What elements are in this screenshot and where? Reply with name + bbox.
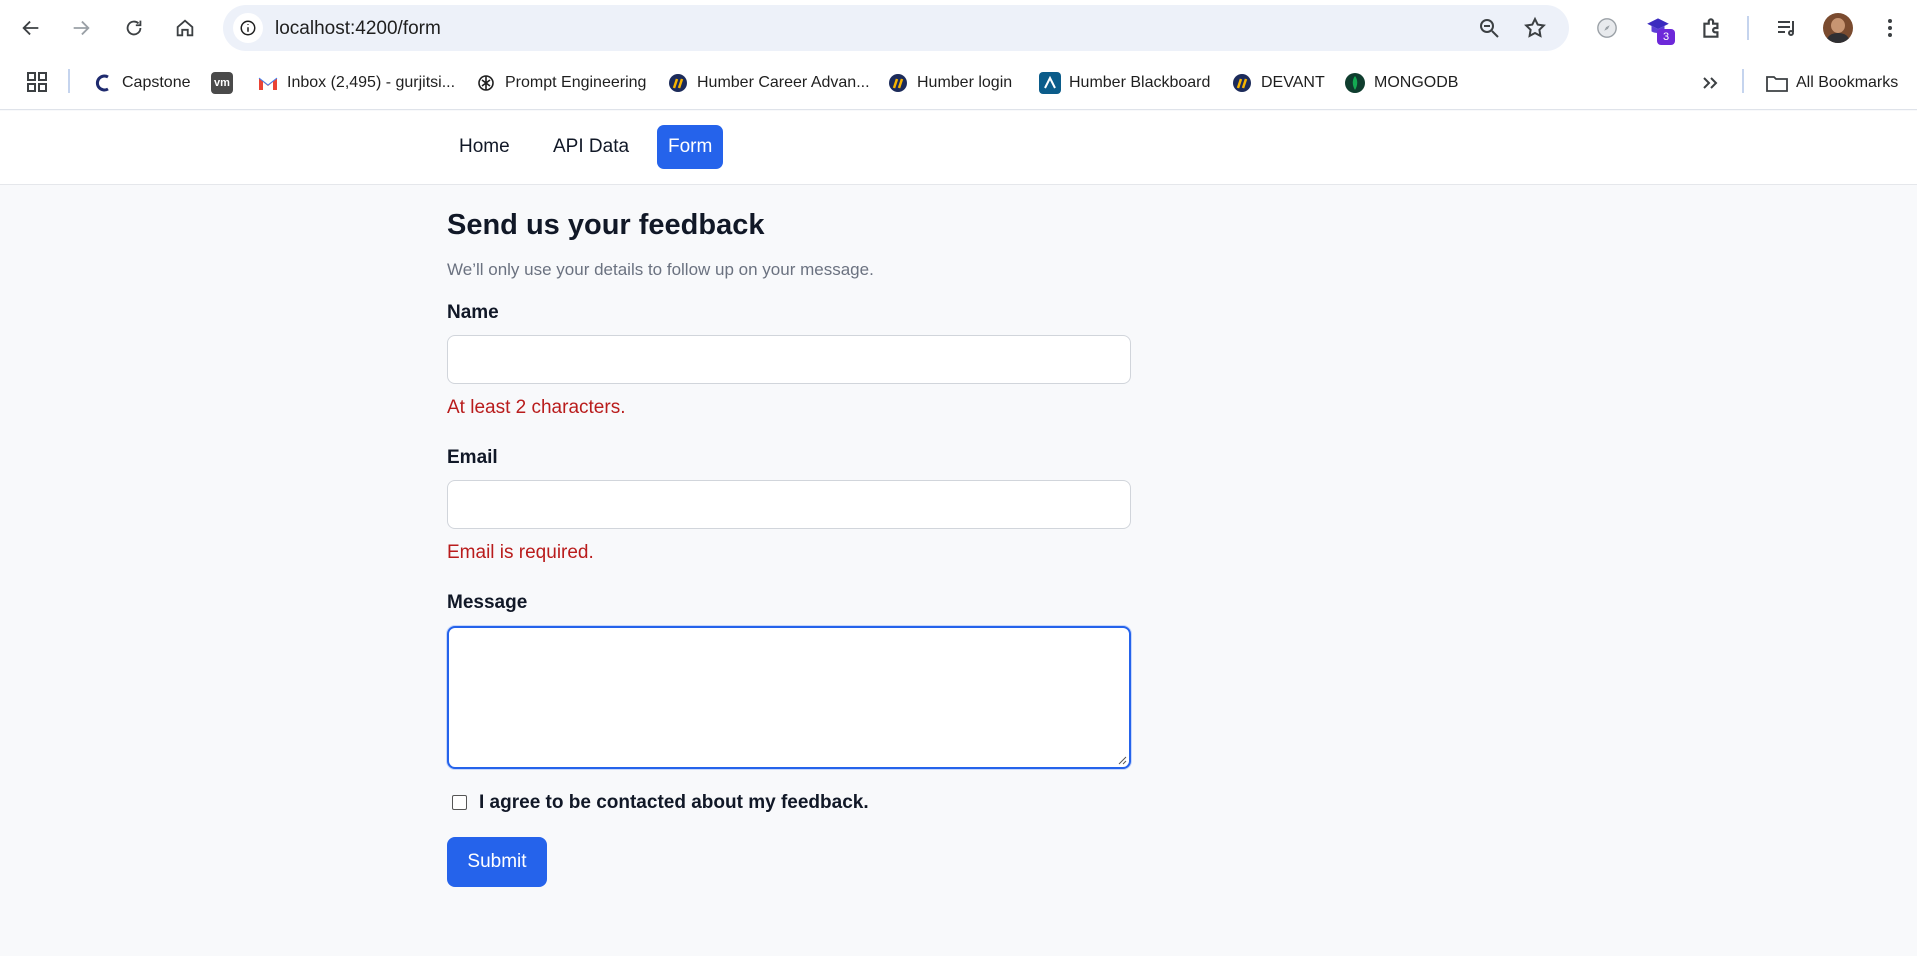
message-textarea[interactable] (447, 626, 1131, 769)
apps-grid-icon[interactable] (26, 71, 48, 93)
consent-label[interactable]: I agree to be contacted about my feedbac… (479, 792, 869, 814)
humber-icon (1231, 72, 1253, 94)
home-button[interactable] (167, 10, 203, 46)
bookmark-prompt-engineering[interactable]: Prompt Engineering (475, 69, 646, 97)
app-navbar: Home API Data Form (0, 111, 1917, 185)
nav-form[interactable]: Form (657, 125, 724, 169)
email-input[interactable] (447, 480, 1131, 529)
bookmark-divider (1742, 69, 1744, 93)
bookmark-devant[interactable]: DEVANT (1231, 69, 1325, 97)
address-bar[interactable]: localhost:4200/form (223, 5, 1569, 51)
reload-button[interactable] (116, 10, 152, 46)
nav-home[interactable]: Home (448, 125, 521, 169)
profile-avatar[interactable] (1823, 13, 1853, 43)
name-error: At least 2 characters. (447, 397, 626, 418)
vm-icon: vm (211, 72, 233, 94)
name-label: Name (447, 302, 499, 323)
back-button[interactable] (13, 10, 49, 46)
blackboard-icon (1039, 72, 1061, 94)
bookmark-divider (68, 69, 70, 93)
bookmark-mongodb[interactable]: MONGODB (1344, 69, 1458, 97)
bookmark-inbox[interactable]: Inbox (2,495) - gurjitsi... (257, 69, 455, 97)
capstone-icon (92, 72, 114, 94)
gmail-icon (257, 72, 279, 94)
toolbar-divider (1747, 16, 1749, 40)
bookmark-humber-career[interactable]: Humber Career Advan... (667, 69, 870, 97)
consent-checkbox[interactable] (452, 795, 467, 810)
compass-extension-icon[interactable] (1596, 17, 1618, 39)
page-subtitle: We’ll only use your details to follow up… (447, 260, 874, 279)
page-title: Send us your feedback (447, 209, 765, 241)
bookmarks-bar: Capstone vm Inbox (2,495) - gurjitsi... … (0, 56, 1917, 110)
name-input[interactable] (447, 335, 1131, 384)
arrow-left-icon (22, 20, 39, 36)
message-label: Message (447, 592, 528, 613)
chevron-double-right-icon[interactable] (1700, 73, 1720, 93)
arrow-right-icon (73, 20, 90, 36)
extension-with-badge[interactable]: 3 (1645, 14, 1675, 46)
zoom-icon[interactable] (1477, 16, 1501, 40)
resize-handle-icon[interactable] (1117, 755, 1127, 765)
nav-api-data[interactable]: API Data (542, 125, 640, 169)
submit-button[interactable]: Submit (447, 837, 547, 887)
url-text[interactable]: localhost:4200/form (275, 18, 441, 40)
home-icon (176, 19, 194, 37)
folder-icon (1766, 72, 1788, 94)
site-info-icon[interactable] (233, 13, 263, 43)
email-error: Email is required. (447, 542, 594, 563)
bookmark-humber-blackboard[interactable]: Humber Blackboard (1039, 69, 1210, 97)
humber-icon (667, 72, 689, 94)
star-icon[interactable] (1523, 16, 1547, 40)
extension-badge: 3 (1657, 29, 1675, 45)
more-menu-icon[interactable] (1880, 16, 1900, 40)
browser-toolbar: localhost:4200/form 3 (0, 0, 1917, 56)
bookmark-humber-login[interactable]: Humber login (887, 69, 1012, 97)
bookmark-capstone[interactable]: Capstone (92, 69, 191, 97)
email-label: Email (447, 447, 498, 468)
all-bookmarks[interactable]: All Bookmarks (1766, 69, 1898, 97)
openai-icon (475, 72, 497, 94)
puzzle-extensions-icon[interactable] (1699, 15, 1725, 41)
forward-button[interactable] (63, 10, 99, 46)
bookmark-vm[interactable]: vm (211, 69, 233, 97)
humber-icon (887, 72, 909, 94)
mongodb-icon (1344, 72, 1366, 94)
media-queue-icon[interactable] (1775, 16, 1799, 40)
reload-icon (126, 20, 142, 36)
